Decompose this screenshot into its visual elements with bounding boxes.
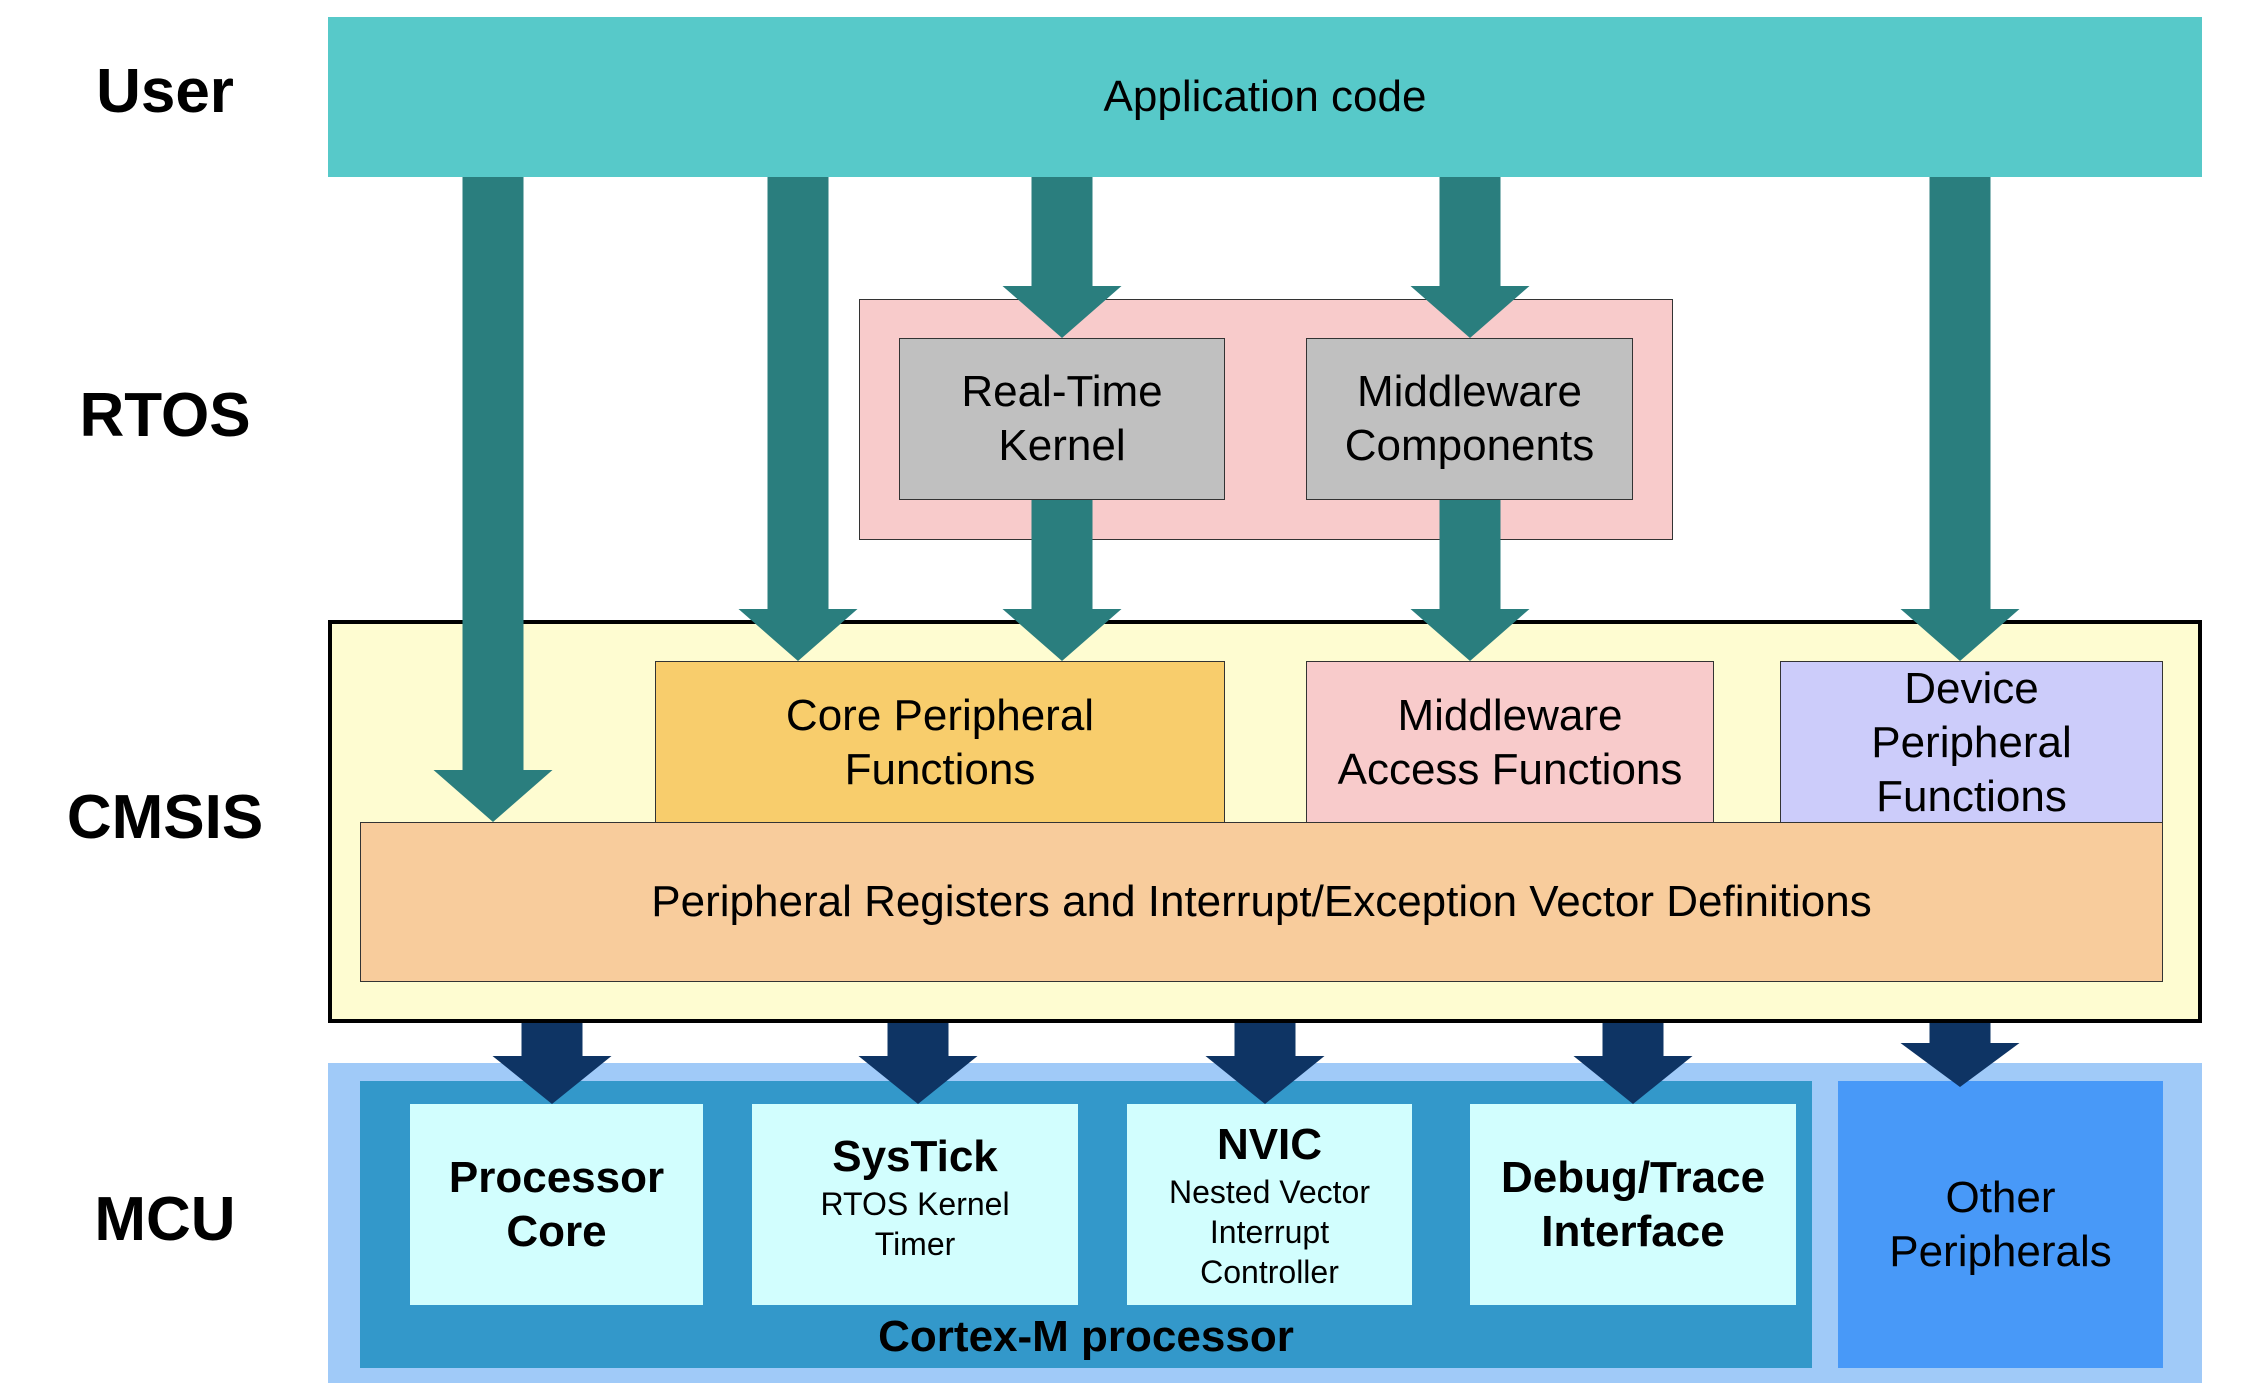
middleware-access-functions-line1: Middleware xyxy=(1397,690,1623,740)
systick-title: SysTick xyxy=(832,1132,998,1181)
debug-trace-line2: Interface xyxy=(1541,1206,1725,1256)
layer-label-mcu: MCU xyxy=(94,1185,236,1254)
cortex-m-processor-label: Cortex-M processor xyxy=(878,1312,1294,1361)
real-time-kernel-line2: Kernel xyxy=(998,421,1126,470)
middleware-components-line2: Components xyxy=(1344,421,1595,470)
cmsis-architecture-diagram: User RTOS CMSIS MCU Application code Rea… xyxy=(0,0,2246,1400)
nvic-box[interactable]: NVIC Nested Vector Interrupt Controller xyxy=(1127,1104,1412,1305)
peripheral-registers-label: Peripheral Registers and Interrupt/Excep… xyxy=(651,877,1872,926)
systick-sub-line1: RTOS Kernel xyxy=(820,1186,1010,1222)
layer-label-user: User xyxy=(96,57,234,126)
real-time-kernel-line1: Real-Time xyxy=(961,367,1163,416)
middleware-components-line1: Middleware xyxy=(1357,367,1582,416)
device-peripheral-functions-box[interactable]: Device Peripheral Functions xyxy=(1780,661,2163,824)
layer-label-rtos: RTOS xyxy=(79,381,251,450)
nvic-title: NVIC xyxy=(1216,1120,1323,1169)
processor-core-box[interactable]: Processor Core xyxy=(410,1104,703,1305)
other-peripherals-line2: Peripherals xyxy=(1889,1226,2112,1276)
application-code-label: Application code xyxy=(1103,72,1427,121)
core-peripheral-functions-box[interactable]: Core Peripheral Functions xyxy=(655,661,1225,824)
device-peripheral-functions-line2: Peripheral xyxy=(1871,717,2072,767)
systick-sub-line2: Timer xyxy=(874,1226,956,1262)
processor-core-line1: Processor xyxy=(448,1152,665,1202)
real-time-kernel-box[interactable]: Real-Time Kernel xyxy=(899,338,1225,500)
core-peripheral-functions-line1: Core Peripheral xyxy=(785,690,1095,740)
systick-box[interactable]: SysTick RTOS Kernel Timer xyxy=(752,1104,1078,1305)
peripheral-registers-box[interactable]: Peripheral Registers and Interrupt/Excep… xyxy=(360,822,2163,982)
middleware-access-functions-box[interactable]: Middleware Access Functions xyxy=(1306,661,1714,824)
device-peripheral-functions-line1: Device xyxy=(1904,663,2039,713)
nvic-sub-line2: Interrupt xyxy=(1209,1214,1330,1250)
debug-trace-line1: Debug/Trace xyxy=(1500,1152,1766,1202)
other-peripherals-box[interactable]: Other Peripherals xyxy=(1838,1081,2163,1368)
arrow-app-to-core-periph xyxy=(738,177,858,661)
debug-trace-interface-box[interactable]: Debug/Trace Interface xyxy=(1470,1104,1796,1305)
middleware-access-functions-line2: Access Functions xyxy=(1337,744,1683,794)
core-peripheral-functions-line2: Functions xyxy=(844,744,1036,794)
other-peripherals-line1: Other xyxy=(1945,1172,2056,1222)
nvic-sub-line1: Nested Vector xyxy=(1169,1174,1370,1210)
nvic-sub-line3: Controller xyxy=(1200,1254,1339,1290)
processor-core-line2: Core xyxy=(506,1206,607,1256)
application-code-box[interactable]: Application code xyxy=(328,17,2202,177)
layer-label-cmsis: CMSIS xyxy=(66,783,264,852)
arrow-app-to-device-periph xyxy=(1900,177,2020,661)
middleware-components-box[interactable]: Middleware Components xyxy=(1306,338,1633,500)
device-peripheral-functions-line3: Functions xyxy=(1876,771,2067,821)
